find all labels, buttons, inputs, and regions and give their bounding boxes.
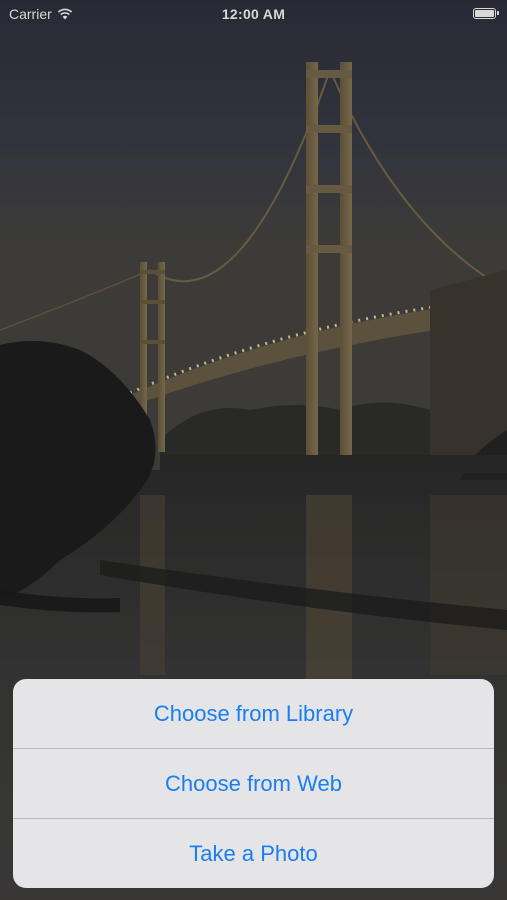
battery-icon xyxy=(473,7,499,19)
choose-from-web-button[interactable]: Choose from Web xyxy=(13,749,494,818)
take-a-photo-button[interactable]: Take a Photo xyxy=(13,819,494,888)
choose-from-library-button[interactable]: Choose from Library xyxy=(13,679,494,748)
status-bar: Carrier 12:00 AM xyxy=(0,0,507,28)
status-time: 12:00 AM xyxy=(221,6,286,22)
action-sheet: Choose from Library Choose from Web Take… xyxy=(13,679,494,888)
app-screen: Carrier 12:00 AM Choose from Library Cho… xyxy=(0,0,507,900)
